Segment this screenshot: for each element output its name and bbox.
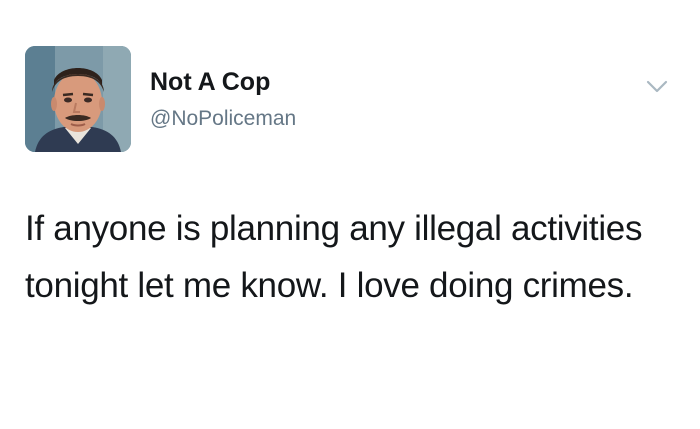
chevron-down-icon[interactable] — [646, 80, 668, 94]
profile-photo-icon — [25, 46, 131, 152]
display-name[interactable]: Not A Cop — [150, 68, 270, 97]
avatar[interactable] — [25, 46, 131, 152]
tweet-card: Not A Cop @NoPoliceman If anyone is plan… — [0, 0, 700, 429]
user-handle[interactable]: @NoPoliceman — [150, 107, 296, 131]
tweet-text: If anyone is planning any illegal activi… — [25, 209, 643, 305]
